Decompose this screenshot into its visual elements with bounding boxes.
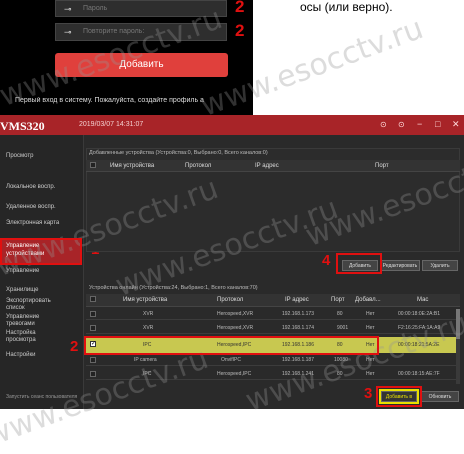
key-icon: ⊸ [64, 4, 72, 14]
row-checkbox[interactable] [90, 357, 96, 363]
port: 9001 [337, 325, 349, 331]
table-row[interactable]: XVR Herospeed,XVR 192.168.1.174 9001 Нет… [86, 323, 460, 334]
online-devices-header: Устройства онлайн (Устройства:24, Выбран… [89, 285, 258, 291]
refresh-button[interactable]: Обновить [421, 391, 459, 402]
repeat-password-placeholder: Повторите пароль: [83, 28, 145, 35]
added-devices-header: Добавленные устройства (Устройства:0, Вы… [89, 150, 268, 156]
scrollbar-thumb[interactable] [456, 309, 460, 339]
sidebar-item-emap[interactable]: Электронная карта [6, 220, 59, 226]
column-header[interactable]: Протокол [185, 163, 211, 169]
ip-address: 192.168.1.187 [282, 357, 314, 363]
add-button[interactable]: Добавить [55, 53, 228, 77]
step-number: 2 [235, 21, 245, 40]
port: 10080 [334, 357, 348, 363]
edit-device-button[interactable]: Редактировать [380, 260, 420, 271]
mac-address: F2:16:25:FA:1A:A9 [398, 325, 441, 331]
table-row[interactable]: XVR Herospeed,XVR 192.168.1.173 80 Нет 0… [86, 309, 460, 320]
protocol: Herospeed,XVR [217, 311, 254, 317]
sidebar-item-view-settings[interactable]: Настройка просмотра [6, 330, 56, 344]
device-name: XVR [143, 325, 154, 331]
select-all-checkbox[interactable] [90, 162, 96, 168]
table-row[interactable]: IP camera OnvifIPC 192.168.1.187 10080 Н… [86, 355, 460, 366]
password-placeholder: Пароль [83, 5, 108, 12]
minimize-icon[interactable]: − [417, 119, 422, 129]
sidebar-item-storage[interactable]: Хранилище [6, 287, 38, 293]
datetime: 2019/03/07 14:31:07 [79, 121, 144, 128]
mac-address: 00:00:18:15:AE:7F [398, 371, 440, 377]
first-login-message: Первый вход в систему. Пожалуйста, созда… [15, 97, 204, 104]
sidebar-item-local-playback[interactable]: Локальное воспр. [6, 184, 55, 190]
row-checkbox[interactable] [90, 325, 96, 331]
sidebar-item-remote-playback[interactable]: Удаленное воспр. [6, 204, 56, 210]
added-status: Нет [366, 311, 375, 317]
annotation-number: 3 [364, 385, 373, 402]
column-header[interactable]: Протокол [217, 297, 243, 303]
annotation-number: 4 [322, 252, 331, 269]
side-text: осы (или верно). [300, 0, 393, 14]
device-name: IP camera [134, 357, 157, 363]
highlight-box [336, 253, 382, 274]
mac-address: 00:00:18:0E:2A:B1 [398, 311, 440, 317]
row-checkbox[interactable] [90, 311, 96, 317]
port: 80 [337, 371, 343, 377]
row-checkbox[interactable] [90, 371, 96, 377]
table-row[interactable]: IPC Herospeed,IPC 192.168.1.241 80 Нет 0… [86, 369, 460, 380]
step-number: 2 [235, 0, 245, 16]
highlight-box [376, 386, 422, 407]
ip-address: 192.168.1.174 [282, 325, 314, 331]
protocol: Herospeed,XVR [217, 325, 254, 331]
mac-address: 00:00:18:21:5A:2E [398, 342, 440, 348]
ip-address: 192.168.1.173 [282, 311, 314, 317]
ip-address: 192.168.1.241 [282, 371, 314, 377]
sidebar-item-alarms[interactable]: Управление тревогами [6, 314, 56, 328]
sidebar-footer[interactable]: Запустить сеанс пользователя [6, 394, 77, 400]
column-header[interactable]: Имя устройства [110, 163, 154, 169]
column-header[interactable]: Порт [375, 163, 389, 169]
protocol: Herospeed,IPC [217, 371, 252, 377]
password-field[interactable]: ⊸ Пароль [55, 0, 227, 17]
app-title: VMS320 [0, 119, 45, 133]
key-icon: ⊸ [64, 27, 72, 37]
info-icon[interactable]: ⊙ [380, 120, 387, 129]
column-header[interactable]: Мас [417, 297, 428, 303]
protocol: OnvifIPC [221, 357, 242, 363]
highlight-box [0, 238, 82, 265]
added-status: Нет [366, 357, 375, 363]
column-header[interactable]: IP адрес [255, 163, 279, 169]
scrollbar[interactable] [456, 309, 460, 384]
added-status: Нет [366, 325, 375, 331]
column-header[interactable]: Порт [331, 297, 345, 303]
repeat-password-field[interactable]: ⊸ Повторите пароль: [55, 23, 227, 41]
device-name: XVR [143, 311, 154, 317]
sidebar-item-preview[interactable]: Просмотр [6, 153, 33, 159]
port: 80 [337, 311, 343, 317]
highlight-box [84, 336, 379, 355]
column-header[interactable]: IP адрес [285, 297, 309, 303]
added-status: Нет [366, 371, 375, 377]
column-header[interactable]: Добавл... [355, 297, 381, 303]
title-bar: VMS320 2019/03/07 14:31:07 ⊙ ⊙ − □ ✕ [0, 115, 464, 135]
settings-icon[interactable]: ⊙ [398, 120, 405, 129]
sidebar-item-export[interactable]: Экспортировать список [6, 298, 56, 312]
maximize-icon[interactable]: □ [435, 119, 440, 129]
annotation-number: 2 [70, 338, 79, 355]
column-header[interactable]: Имя устройства [123, 297, 167, 303]
delete-device-button[interactable]: Удалить [422, 260, 458, 271]
sidebar-item-settings[interactable]: Настройки [6, 352, 35, 358]
close-icon[interactable]: ✕ [452, 119, 460, 130]
select-all-checkbox[interactable] [90, 296, 96, 302]
device-name: IPC [143, 371, 152, 377]
sidebar-item-management[interactable]: Управление [6, 268, 39, 274]
